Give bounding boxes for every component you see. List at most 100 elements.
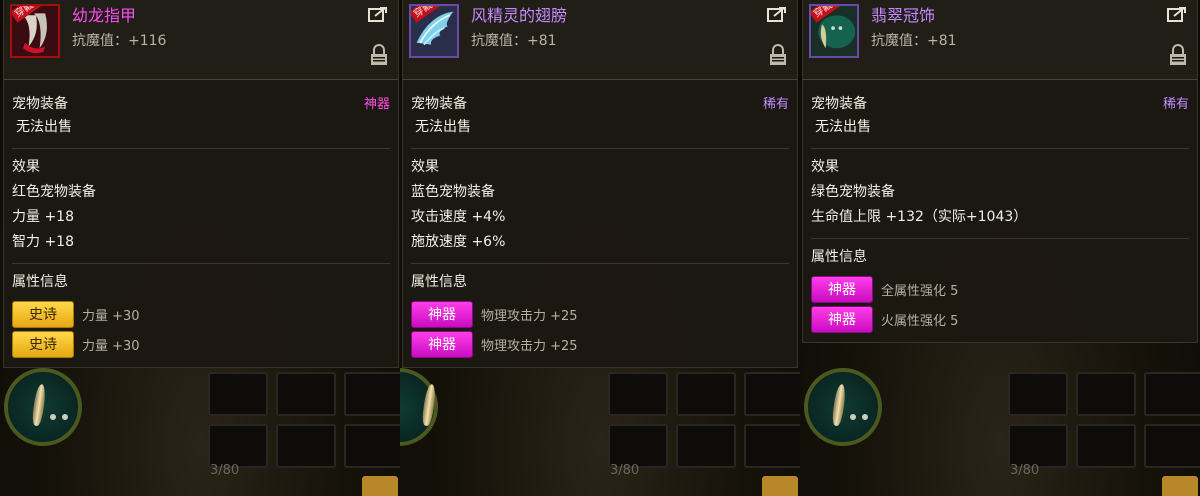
- grade-badge: 史诗: [12, 300, 74, 328]
- sort-button[interactable]: [1162, 476, 1198, 496]
- bag-count: 3/80: [210, 463, 240, 478]
- effect-line: 红色宠物装备: [12, 184, 96, 200]
- dragon-claw-icon: 穿戴中: [10, 4, 60, 58]
- attr-text: 火属性强化 5: [881, 313, 959, 329]
- item-tooltip: 穿戴中 风精灵的翅膀 抗魔值：+81 宠物装备 稀有 无法出售 效果 蓝色宠物装…: [402, 0, 798, 368]
- item-stat: 抗魔值：+81: [471, 33, 557, 49]
- item-type: 宠物装备: [811, 95, 867, 112]
- effect-line: 攻击速度 +4%: [411, 209, 506, 225]
- item-type-row: 宠物装备 神器: [12, 90, 390, 115]
- lock-icon[interactable]: [1169, 44, 1187, 66]
- divider: [12, 263, 390, 264]
- inventory-slot[interactable]: [276, 372, 336, 416]
- sell-status: 无法出售: [16, 119, 72, 135]
- grade-badge: 神器: [811, 305, 873, 333]
- attr-text: 力量 +30: [82, 338, 140, 354]
- effect-line: 力量 +18: [12, 209, 74, 225]
- sell-status: 无法出售: [415, 119, 471, 135]
- tooltip-column-2: 3/80 穿戴中 翡翠冠饰 抗魔值：+81 宠物装备 稀有 无法出售 效果 绿色…: [800, 0, 1200, 496]
- inventory-slot[interactable]: [1144, 424, 1200, 468]
- inventory-slot[interactable]: [208, 424, 268, 468]
- lock-icon[interactable]: [769, 44, 787, 66]
- inventory-slot[interactable]: [276, 424, 336, 468]
- item-name: 翡翠冠饰: [871, 6, 936, 25]
- tooltip-column-0: 3/80 穿戴中 幼龙指甲 抗魔值：+116 宠物装备 神器 无法出售 效果 红…: [0, 0, 400, 496]
- share-icon[interactable]: [368, 6, 388, 22]
- grade-badge: 神器: [411, 330, 473, 358]
- effect-line: 生命值上限 +132（实际+1043）: [811, 209, 1028, 225]
- inventory-slot[interactable]: [208, 372, 268, 416]
- pet-portrait[interactable]: [400, 368, 438, 446]
- inventory-grid: [1008, 372, 1200, 472]
- item-name: 幼龙指甲: [72, 6, 137, 25]
- sort-button[interactable]: [762, 476, 798, 496]
- item-tooltip: 穿戴中 翡翠冠饰 抗魔值：+81 宠物装备 稀有 无法出售 效果 绿色宠物装备: [802, 0, 1198, 343]
- item-stat: 抗魔值：+81: [871, 33, 957, 49]
- lock-icon[interactable]: [370, 44, 388, 66]
- bag-count: 3/80: [610, 463, 640, 478]
- effect-line: 蓝色宠物装备: [411, 184, 495, 200]
- effect-title: 效果: [12, 159, 40, 175]
- item-type-row: 宠物装备 稀有: [811, 90, 1189, 115]
- attr-text: 力量 +30: [82, 308, 140, 324]
- pet-portrait[interactable]: [4, 368, 82, 446]
- effect-line: 绿色宠物装备: [811, 184, 895, 200]
- inventory-slot[interactable]: [608, 424, 668, 468]
- inventory-slot[interactable]: [1144, 372, 1200, 416]
- divider: [811, 238, 1189, 239]
- attr-text: 物理攻击力 +25: [481, 308, 578, 324]
- sell-status: 无法出售: [815, 119, 871, 135]
- attr-text: 物理攻击力 +25: [481, 338, 578, 354]
- attr-title: 属性信息: [811, 249, 867, 265]
- inventory-grid: [208, 372, 400, 472]
- inventory-slot[interactable]: [1076, 424, 1136, 468]
- inventory-slot[interactable]: [1008, 424, 1068, 468]
- item-type: 宠物装备: [12, 95, 68, 112]
- inventory-slot[interactable]: [744, 424, 800, 468]
- grade-label: 神器: [363, 97, 390, 112]
- inventory-slot[interactable]: [744, 372, 800, 416]
- effect-line: 施放速度 +6%: [411, 234, 506, 250]
- inventory-slot[interactable]: [608, 372, 668, 416]
- inventory-slot[interactable]: [676, 424, 736, 468]
- emerald-crown-icon: 穿戴中: [809, 4, 859, 58]
- item-type: 宠物装备: [411, 95, 467, 112]
- sort-button[interactable]: [362, 476, 398, 496]
- inventory-slot[interactable]: [344, 424, 400, 468]
- item-tooltip: 穿戴中 幼龙指甲 抗魔值：+116 宠物装备 神器 无法出售 效果 红色宠物装备: [3, 0, 399, 368]
- pet-portrait[interactable]: [804, 368, 882, 446]
- share-icon[interactable]: [767, 6, 787, 22]
- inventory-grid: [608, 372, 800, 472]
- attr-row: 神器 火属性强化 5: [811, 304, 1189, 334]
- inventory-slot[interactable]: [1008, 372, 1068, 416]
- attr-text: 全属性强化 5: [881, 283, 959, 299]
- inventory-slot[interactable]: [344, 372, 400, 416]
- item-stat: 抗魔值：+116: [72, 33, 167, 49]
- share-icon[interactable]: [1167, 6, 1187, 22]
- item-name: 风精灵的翅膀: [471, 6, 568, 25]
- divider: [411, 148, 789, 149]
- grade-label: 稀有: [1162, 97, 1189, 112]
- tooltip-column-1: 3/80 穿戴中 风精灵的翅膀 抗魔值：+81 宠物装备 稀有 无法出售 效果 …: [400, 0, 800, 496]
- grade-badge: 神器: [411, 300, 473, 328]
- effect-title: 效果: [811, 159, 839, 175]
- tooltip-header: 穿戴中 幼龙指甲 抗魔值：+116: [4, 0, 398, 80]
- tooltip-header: 穿戴中 翡翠冠饰 抗魔值：+81: [803, 0, 1197, 80]
- wing-icon: 穿戴中: [409, 4, 459, 58]
- inventory-slot[interactable]: [676, 372, 736, 416]
- grade-badge: 史诗: [12, 330, 74, 358]
- attr-title: 属性信息: [12, 274, 68, 290]
- divider: [811, 148, 1189, 149]
- bag-count: 3/80: [1010, 463, 1040, 478]
- item-type-row: 宠物装备 稀有: [411, 90, 789, 115]
- tooltip-header: 穿戴中 风精灵的翅膀 抗魔值：+81: [403, 0, 797, 80]
- divider: [411, 263, 789, 264]
- attr-row: 史诗 力量 +30: [12, 299, 390, 329]
- attr-row: 神器 物理攻击力 +25: [411, 299, 789, 329]
- attr-row: 史诗 力量 +30: [12, 329, 390, 359]
- grade-label: 稀有: [762, 97, 789, 112]
- effect-title: 效果: [411, 159, 439, 175]
- inventory-slot[interactable]: [1076, 372, 1136, 416]
- grade-badge: 神器: [811, 275, 873, 303]
- attr-row: 神器 全属性强化 5: [811, 274, 1189, 304]
